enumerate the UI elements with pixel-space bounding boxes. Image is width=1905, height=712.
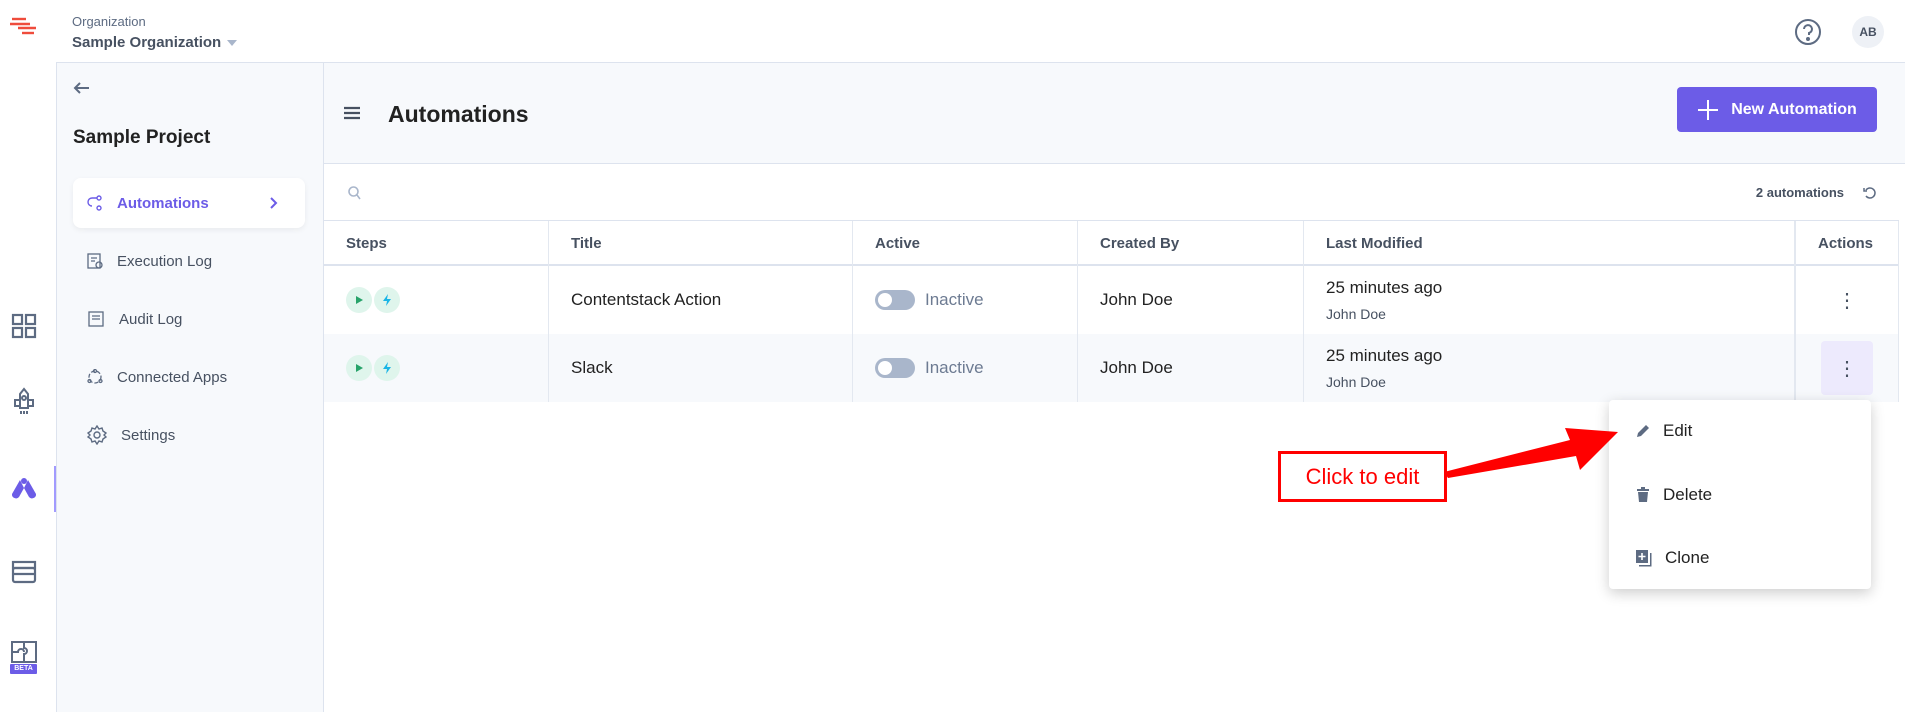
top-bar: Organization Sample Organization AB [56,0,1905,63]
annotation-arrow-icon [1444,428,1618,478]
more-vertical-icon[interactable]: ⋮ [1821,341,1873,395]
actions-cell: ⋮ [1795,334,1899,402]
sidebar-item-settings[interactable]: Settings [73,410,305,460]
active-toggle[interactable] [875,358,915,378]
menu-item-label: Clone [1665,548,1710,567]
actions-cell: ⋮ [1795,266,1899,334]
play-trigger-icon [346,355,372,381]
execution-log-icon [87,253,103,269]
plus-icon [1698,99,1719,120]
created-by-cell: John Doe [1078,334,1304,402]
help-icon[interactable] [1794,18,1822,46]
sidebar-item-execution-log[interactable]: Execution Log [73,236,305,286]
sidebar-item-audit-log[interactable]: Audit Log [73,294,305,344]
page-header: Automations New Automation [324,63,1905,164]
sidebar-item-label: Execution Log [117,252,213,270]
sidebar-item-connected-apps[interactable]: Connected Apps [73,352,305,402]
dashboard-icon[interactable] [11,313,37,339]
new-automation-label: New Automation [1731,100,1857,118]
rocket-icon[interactable] [12,386,36,416]
org-switcher[interactable]: Sample Organization [72,34,238,51]
column-title[interactable]: Title [549,221,853,266]
sidebar-item-label: Connected Apps [117,368,228,386]
column-active[interactable]: Active [853,221,1078,266]
back-arrow-icon[interactable] [73,81,91,95]
active-cell: Inactive [853,334,1078,402]
sidebar-item-label: Audit Log [119,310,183,328]
annotation-callout: Click to edit [1278,451,1447,502]
project-name: Sample Project [73,127,211,148]
caret-down-icon [227,40,238,51]
title-cell[interactable]: Slack [549,334,853,402]
status-label: Inactive [925,290,984,309]
modified-time: 25 minutes ago [1326,278,1443,297]
refresh-icon[interactable] [1863,186,1877,200]
steps-cell [324,266,549,334]
steps-cell [324,334,549,402]
beta-badge: BETA [10,664,37,674]
menu-item-label: Edit [1663,421,1693,440]
contentstack-logo-icon[interactable] [10,16,38,36]
extensions-puzzle-icon[interactable] [10,640,38,664]
active-toggle[interactable] [875,290,915,310]
status-label: Inactive [925,358,984,377]
automation-count: 2 automations [1755,185,1844,200]
avatar[interactable]: AB [1852,16,1884,48]
table-row[interactable]: Slack Inactive John Doe 25 minutes ago Jo… [324,334,1899,402]
last-modified-cell: 25 minutes ago John Doe [1304,334,1795,402]
trash-icon [1637,487,1649,502]
search-icon [348,186,361,200]
column-steps: Steps [324,221,549,266]
modified-by: John Doe [1326,306,1386,322]
modified-time: 25 minutes ago [1326,346,1443,365]
actions-dropdown-menu: Edit Delete Clone [1609,400,1871,589]
gear-icon [87,425,107,445]
column-actions: Actions [1795,221,1899,266]
menu-item-label: Delete [1663,485,1713,504]
column-created-by[interactable]: Created By [1078,221,1304,266]
bolt-action-icon [374,355,400,381]
play-trigger-icon [346,287,372,313]
active-cell: Inactive [853,266,1078,334]
sidebar-item-automations[interactable]: Automations [73,178,305,228]
last-modified-cell: 25 minutes ago John Doe [1304,266,1795,334]
created-by-cell: John Doe [1078,266,1304,334]
project-sidebar: Sample Project Automations Execution Log… [56,63,324,712]
title-cell[interactable]: Contentstack Action [549,266,853,334]
column-last-modified[interactable]: Last Modified [1304,221,1795,266]
marketplace-icon[interactable] [10,558,38,586]
pencil-icon [1637,425,1649,437]
org-label: Organization [72,14,146,29]
automation-icon [87,195,102,211]
hamburger-menu-icon[interactable] [344,106,360,120]
chevron-right-icon [270,197,278,209]
app-rail: BETA [0,0,56,712]
bolt-action-icon [374,287,400,313]
sidebar-item-label: Automations [117,194,209,212]
sidebar-item-label: Settings [121,426,176,444]
new-automation-button[interactable]: New Automation [1677,87,1877,132]
connected-apps-icon [87,369,103,384]
page-title: Automations [388,101,529,127]
menu-item-delete[interactable]: Delete [1609,470,1871,520]
menu-item-edit[interactable]: Edit [1609,406,1871,456]
automation-hub-icon[interactable] [10,476,38,500]
search-bar[interactable]: 2 automations [324,164,1899,221]
clone-icon [1636,550,1652,567]
modified-by: John Doe [1326,374,1386,390]
table-row[interactable]: Contentstack Action Inactive John Doe 25… [324,266,1899,334]
audit-log-icon [88,311,104,327]
more-vertical-icon[interactable]: ⋮ [1837,288,1857,313]
org-name: Sample Organization [72,34,222,51]
menu-item-clone[interactable]: Clone [1609,533,1871,583]
